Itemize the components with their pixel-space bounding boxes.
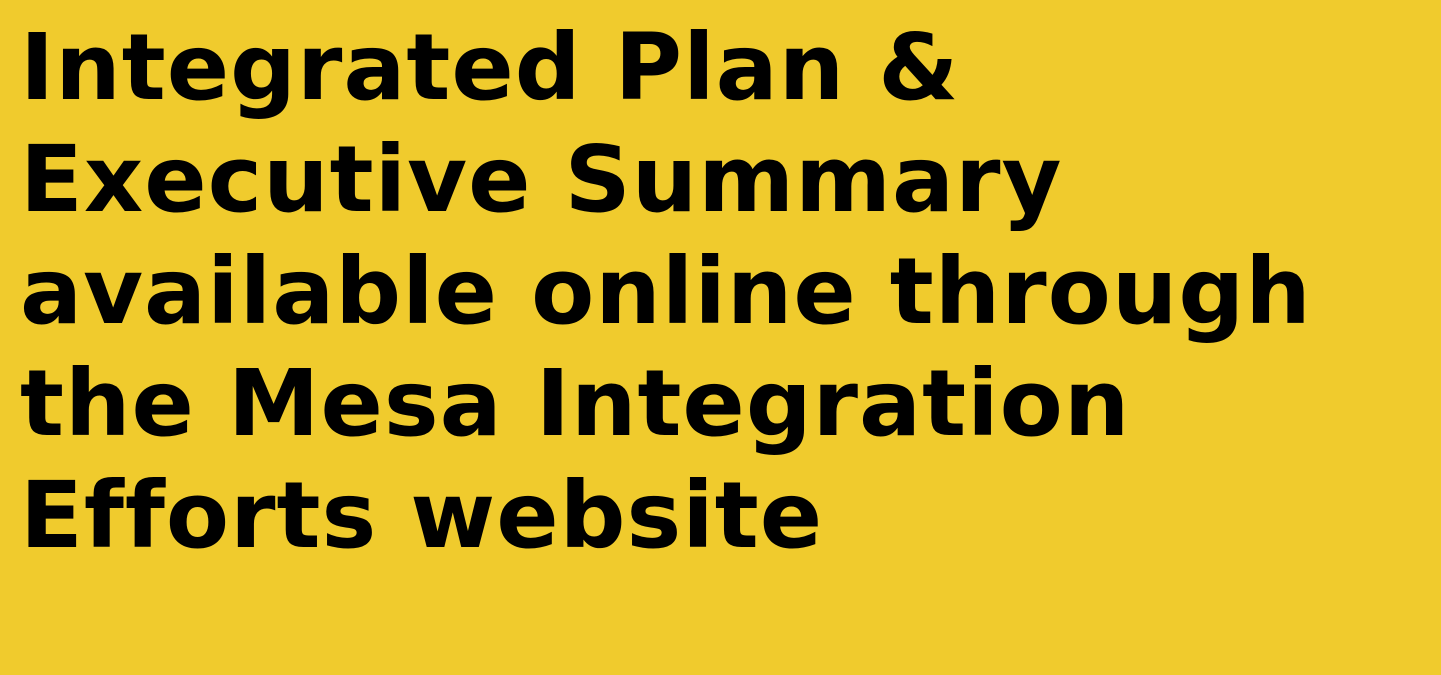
announcement-banner: Integrated Plan & Executive Summary avai… xyxy=(0,0,1441,675)
headline-line-4: the Mesa Integration xyxy=(20,350,1131,457)
headline-line-1: Integrated Plan & xyxy=(20,14,960,121)
headline: Integrated Plan & Executive Summary avai… xyxy=(20,0,1312,572)
headline-line-5: Efforts website xyxy=(20,462,824,569)
headline-line-3: available online through xyxy=(20,238,1312,345)
headline-line-2: Executive Summary xyxy=(20,126,1063,233)
